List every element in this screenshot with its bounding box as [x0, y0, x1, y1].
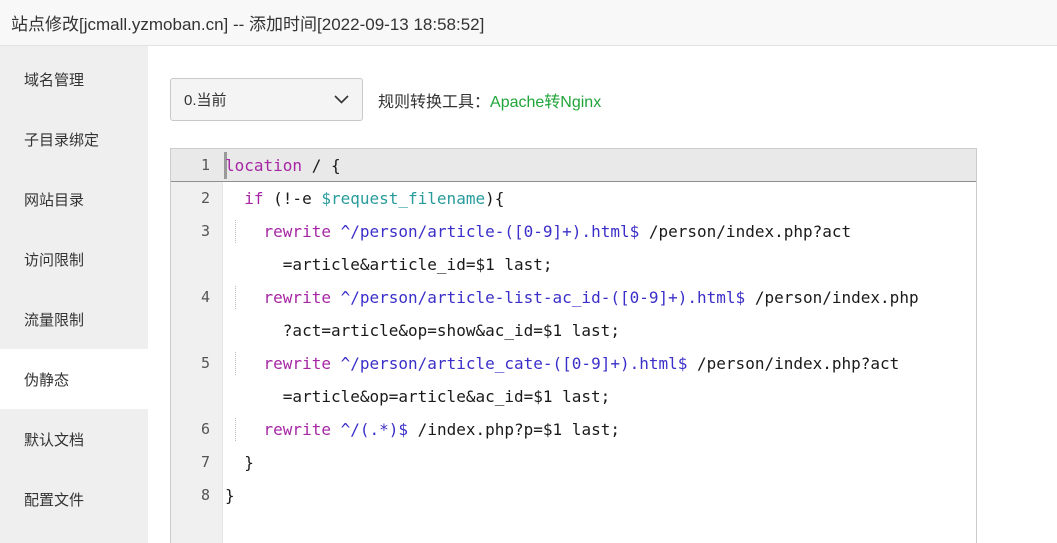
sidebar-item-6[interactable]: 伪静态: [0, 349, 148, 409]
code-line-5-wrap[interactable]: =article&op=article&ac_id=$1 last;: [171, 380, 976, 413]
code-line-5[interactable]: 5 rewrite ^/person/article_cate-([0-9]+)…: [171, 347, 976, 380]
line-number: 3: [171, 215, 223, 248]
main-panel: 0.当前 规则转换工具： Apache转Nginx 1location / {2…: [148, 46, 1057, 543]
code-text: if (!-e $request_filename){: [223, 182, 504, 215]
code-text: }: [223, 479, 235, 512]
code-line-6[interactable]: 6 rewrite ^/(.*)$ /index.php?p=$1 last;: [171, 413, 976, 446]
window-title-bar: 站点修改[jcmall.yzmoban.cn] -- 添加时间[2022-09-…: [0, 0, 1057, 46]
line-number: 1: [171, 149, 223, 181]
sidebar-item-4[interactable]: 访问限制: [0, 229, 148, 289]
rewrite-toolbar: 0.当前 规则转换工具： Apache转Nginx: [170, 78, 1057, 121]
chevron-down-icon: [334, 95, 349, 104]
line-number: 5: [171, 347, 223, 380]
editor-rows: 1location / {2 if (!-e $request_filename…: [171, 149, 976, 512]
code-line-4-wrap[interactable]: ?act=article&op=show&ac_id=$1 last;: [171, 314, 976, 347]
code-text: =article&op=article&ac_id=$1 last;: [223, 380, 610, 413]
sidebar-item-1[interactable]: 域名管理: [0, 49, 148, 109]
line-number: [171, 380, 223, 413]
line-number: [171, 248, 223, 281]
code-text: rewrite ^/(.*)$ /index.php?p=$1 last;: [223, 413, 620, 446]
line-number: 6: [171, 413, 223, 446]
code-line-3[interactable]: 3 rewrite ^/person/article-([0-9]+).html…: [171, 215, 976, 248]
code-line-3-wrap[interactable]: =article&article_id=$1 last;: [171, 248, 976, 281]
select-value: 0.当前: [184, 89, 227, 110]
line-number: 8: [171, 479, 223, 512]
code-text: rewrite ^/person/article_cate-([0-9]+).h…: [223, 347, 899, 380]
apache-to-nginx-link[interactable]: Apache转Nginx: [490, 88, 601, 112]
line-number: 7: [171, 446, 223, 479]
line-number: [171, 314, 223, 347]
line-number: 2: [171, 182, 223, 215]
sidebar-item-3[interactable]: 网站目录: [0, 169, 148, 229]
code-text: location / {: [223, 149, 341, 181]
code-text: }: [223, 446, 254, 479]
code-line-4[interactable]: 4 rewrite ^/person/article-list-ac_id-([…: [171, 281, 976, 314]
code-text: =article&article_id=$1 last;: [223, 248, 553, 281]
rewrite-template-select[interactable]: 0.当前: [170, 78, 363, 121]
code-line-1[interactable]: 1location / {: [171, 149, 976, 182]
code-line-8[interactable]: 8}: [171, 479, 976, 512]
sidebar-item-7[interactable]: 默认文档: [0, 409, 148, 469]
code-line-2[interactable]: 2 if (!-e $request_filename){: [171, 182, 976, 215]
page-title: 站点修改[jcmall.yzmoban.cn] -- 添加时间[2022-09-…: [11, 10, 484, 35]
sidebar-item-5[interactable]: 流量限制: [0, 289, 148, 349]
convert-tool-label: 规则转换工具：: [378, 88, 490, 112]
code-line-7[interactable]: 7 }: [171, 446, 976, 479]
sidebar-item-8[interactable]: 配置文件: [0, 469, 148, 529]
content-layout: 域名管理子目录绑定网站目录访问限制流量限制伪静态默认文档配置文件 0.当前 规则…: [0, 46, 1057, 543]
rewrite-editor[interactable]: 1location / {2 if (!-e $request_filename…: [170, 148, 977, 543]
code-text: rewrite ^/person/article-([0-9]+).html$ …: [223, 215, 851, 248]
sidebar: 域名管理子目录绑定网站目录访问限制流量限制伪静态默认文档配置文件: [0, 46, 148, 543]
code-text: rewrite ^/person/article-list-ac_id-([0-…: [223, 281, 919, 314]
code-text: ?act=article&op=show&ac_id=$1 last;: [223, 314, 620, 347]
line-number: 4: [171, 281, 223, 314]
sidebar-item-2[interactable]: 子目录绑定: [0, 109, 148, 169]
